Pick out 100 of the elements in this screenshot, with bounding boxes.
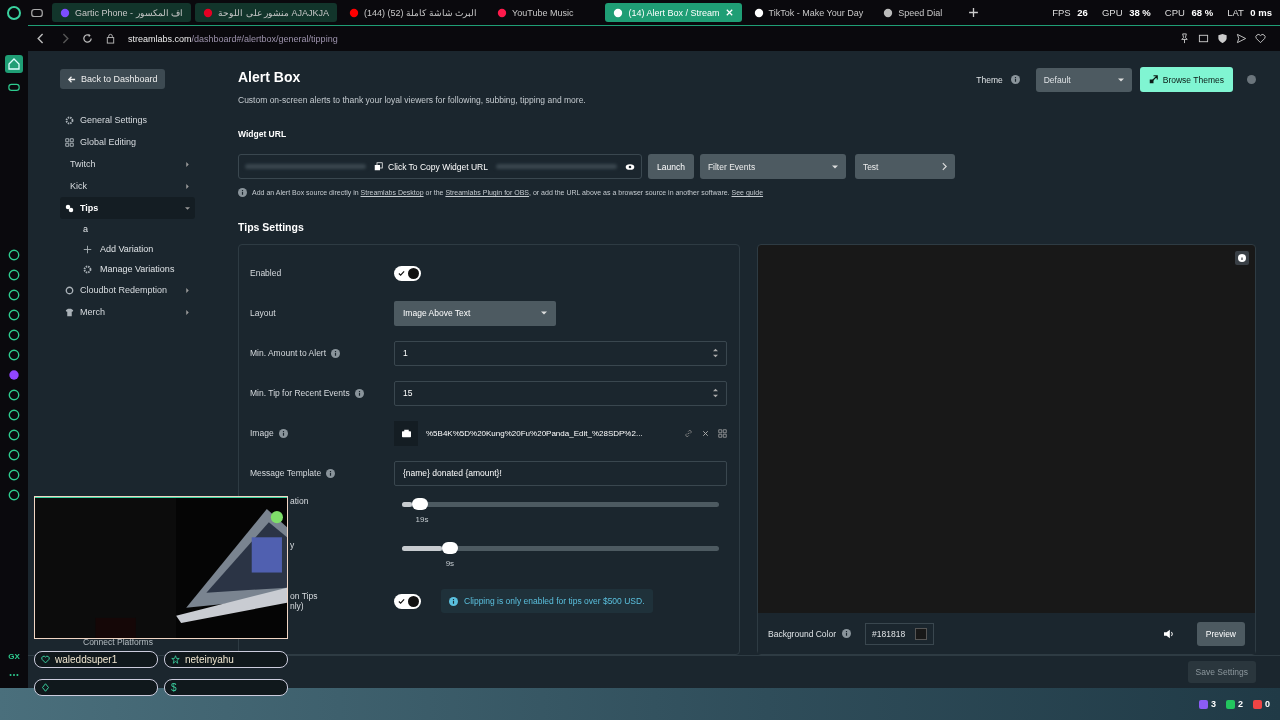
- preview-button[interactable]: Preview: [1196, 621, 1245, 646]
- test-button[interactable]: Test: [854, 154, 955, 179]
- caret-icon: [1117, 76, 1124, 83]
- sidebar-item[interactable]: Kick: [60, 175, 195, 197]
- heart-icon[interactable]: [1255, 33, 1266, 44]
- toggle-switch[interactable]: [394, 593, 421, 609]
- sidebar-item[interactable]: Cloudbot Redemption: [60, 279, 195, 301]
- home-icon[interactable]: [5, 55, 23, 73]
- caret-icon: [541, 310, 547, 316]
- grid-icon[interactable]: [718, 428, 727, 438]
- volume-icon[interactable]: [1162, 628, 1175, 639]
- widget-url-label: Widget URL: [238, 129, 288, 139]
- browser-tab[interactable]: TikTok - Make Your Day: [745, 3, 872, 22]
- performance-stat: FPS 26: [1052, 7, 1088, 18]
- variation-action[interactable]: Manage Variations: [60, 259, 195, 279]
- browser-tab[interactable]: (144) البرث شاشة كاملة (52): [341, 3, 486, 22]
- send-icon[interactable]: [1236, 33, 1247, 44]
- save-settings-button[interactable]: Save Settings: [1187, 661, 1256, 683]
- overlay-chip: waleddsuper1: [34, 651, 158, 668]
- sidebar-app-icon[interactable]: [8, 269, 20, 281]
- sidebar-item[interactable]: Tips: [60, 197, 195, 219]
- browser-logo-icon[interactable]: [6, 4, 22, 21]
- shield-icon[interactable]: [1217, 33, 1228, 44]
- external-link-icon: [1148, 75, 1158, 84]
- theme-label: Theme: [976, 74, 1003, 85]
- star-icon: [171, 655, 180, 664]
- arrow-left-icon: [67, 74, 76, 84]
- favicon-icon: [203, 7, 214, 18]
- number-input[interactable]: 15: [394, 380, 727, 406]
- sidebar-app-icon[interactable]: [8, 449, 20, 461]
- reload-icon[interactable]: [82, 33, 93, 44]
- theme-dropdown[interactable]: Default: [1035, 67, 1132, 92]
- sidebar-app-icon[interactable]: [8, 349, 20, 361]
- info-note: Clipping is only enabled for tips over $500 USD.: [441, 589, 653, 613]
- sidebar-app-icon[interactable]: [8, 429, 20, 441]
- toggle-switch[interactable]: [394, 265, 421, 281]
- sidebar-app-icon[interactable]: [8, 249, 20, 261]
- favicon-icon: [613, 7, 624, 18]
- sidebar-item[interactable]: Global Editing: [60, 131, 195, 153]
- favicon-icon: [753, 7, 764, 18]
- message-template-input[interactable]: {name} donated {amount}!: [394, 460, 727, 486]
- layout-dropdown[interactable]: Image Above Text: [394, 300, 556, 326]
- heart-icon: [41, 655, 50, 664]
- field-label: Layout: [250, 308, 276, 318]
- sidebar-app-icon[interactable]: [8, 489, 20, 501]
- browser-tab[interactable]: YouTube Music: [489, 3, 582, 22]
- field-label: Message Template: [250, 468, 322, 478]
- filter-events-dropdown[interactable]: Filter Events: [699, 154, 846, 179]
- spinner-arrows-icon[interactable]: [713, 388, 718, 398]
- field-label: on Tips nly): [290, 591, 318, 611]
- link-icon[interactable]: [684, 428, 693, 438]
- slider-thumb[interactable]: [411, 498, 428, 510]
- sidebar-app-icon[interactable]: [8, 329, 20, 341]
- slider-value: 19s: [415, 515, 429, 524]
- variation-item[interactable]: a: [60, 219, 195, 239]
- favicon-icon: [60, 7, 70, 18]
- sidebar-app-icon[interactable]: [8, 309, 20, 321]
- variation-action[interactable]: Add Variation: [60, 239, 195, 259]
- sidebar-app-icon[interactable]: [8, 389, 20, 401]
- close-icon[interactable]: [701, 428, 710, 438]
- image-file-field[interactable]: %5B4K%5D%20Kung%20Fu%20Panda_Edit_%28SDP%2...: [394, 420, 727, 446]
- sidebar-app-icon[interactable]: [8, 469, 20, 481]
- info-icon: [238, 188, 247, 197]
- new-tab-icon[interactable]: [968, 7, 980, 18]
- gx-label[interactable]: GX: [8, 652, 20, 661]
- color-input[interactable]: #181818: [865, 622, 935, 645]
- sidebar-item[interactable]: General Settings: [60, 109, 195, 131]
- sidebar-item[interactable]: Connect Platforms: [83, 637, 153, 647]
- browse-themes-button[interactable]: Browse Themes: [1139, 67, 1233, 92]
- close-icon[interactable]: [724, 8, 734, 17]
- sidebar-item[interactable]: Twitch: [60, 153, 195, 175]
- overlay-chip: $: [164, 679, 288, 696]
- info-button-icon[interactable]: [1235, 251, 1249, 265]
- browser-tab[interactable]: منشور على اللوحة AJAJKJA: [195, 3, 338, 22]
- sidebar-item[interactable]: Merch: [60, 301, 195, 323]
- slider-value: 9s: [445, 559, 455, 568]
- back-button[interactable]: Back to Dashboard: [60, 69, 165, 89]
- help-icon[interactable]: [1247, 75, 1256, 84]
- number-input[interactable]: 1: [394, 340, 727, 366]
- eye-icon[interactable]: [625, 162, 635, 171]
- field-label: Min. Tip for Recent Events: [250, 388, 350, 398]
- favicon-icon: [497, 7, 508, 18]
- snapshot-icon[interactable]: [1198, 33, 1209, 44]
- slider-thumb[interactable]: [441, 542, 458, 554]
- caret-icon: [831, 163, 838, 170]
- sidebar-app-icon[interactable]: [8, 369, 20, 381]
- gamepad-icon[interactable]: [8, 81, 20, 93]
- browser-tab[interactable]: Gartic Phone - اف المكسور: [52, 3, 192, 22]
- background-color-label: Background Color: [768, 628, 837, 639]
- url-field[interactable]: streamlabs.com/dashboard#/alertbox/general/tipping: [128, 33, 338, 44]
- check-icon: [398, 269, 405, 277]
- pin-icon[interactable]: [1179, 33, 1190, 44]
- widget-url-field[interactable]: Click To Copy Widget URL: [238, 154, 642, 179]
- launch-button[interactable]: Launch: [648, 154, 694, 179]
- sidebar-app-icon[interactable]: [8, 409, 20, 421]
- sidebar-app-icon[interactable]: [8, 289, 20, 301]
- spinner-arrows-icon[interactable]: [713, 348, 718, 358]
- browser-tab[interactable]: Speed Dial: [875, 3, 951, 22]
- coins-icon: [65, 203, 74, 213]
- camera-icon[interactable]: [401, 428, 411, 438]
